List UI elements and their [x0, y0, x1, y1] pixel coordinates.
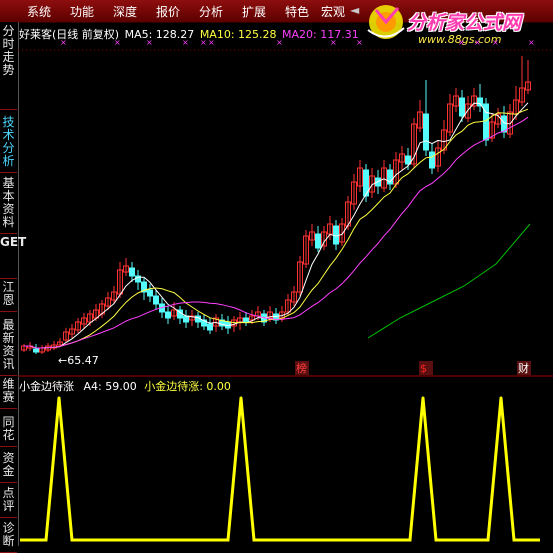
candle-body [129, 267, 135, 277]
candle-body [207, 323, 213, 331]
event-marks: × × × × × × × × × × × × ×榜 $ 财 [60, 38, 535, 375]
signal-point [57, 396, 61, 400]
tick-x-mark: × [528, 38, 535, 47]
event-mark-text: $ [420, 362, 427, 375]
candles [21, 56, 531, 354]
chart-area: × × × × × × × × × × × × ×榜 $ 财 ←65.47 [18, 38, 553, 542]
candle-body [153, 295, 159, 305]
tick-x-mark: × [60, 38, 67, 47]
event-mark-text: 榜 [296, 361, 307, 375]
ma60-line [367, 223, 531, 339]
candle-body [423, 113, 429, 151]
candle-body [459, 97, 465, 117]
candle-body [477, 97, 483, 107]
tick-x-mark: × [182, 38, 189, 47]
low-price-label: ←65.47 [58, 354, 99, 367]
tick-x-mark: × [492, 38, 499, 47]
candle-body [429, 151, 435, 169]
tick-x-mark: × [146, 38, 153, 47]
signal-point [239, 396, 243, 400]
tick-x-mark: × [276, 38, 283, 47]
signal-point [499, 396, 503, 400]
candle-body [183, 315, 189, 323]
candle-body [165, 311, 171, 319]
tick-x-mark: × [474, 38, 481, 47]
signal-line [20, 396, 540, 542]
candle-body [243, 317, 249, 323]
tick-x-mark: × [200, 38, 207, 47]
signal-point [421, 396, 425, 400]
candle-body [333, 225, 339, 245]
tick-x-mark: × [114, 38, 121, 47]
tick-x-mark: × [356, 38, 363, 47]
tick-x-mark: × [458, 38, 465, 47]
candle-body [147, 289, 153, 297]
candle-body [33, 348, 39, 353]
event-mark-text: 财 [518, 361, 529, 375]
signal-series-line [20, 397, 540, 542]
candle-body [315, 233, 321, 249]
tick-x-mark: × [208, 38, 215, 47]
tick-x-mark: × [330, 38, 337, 47]
